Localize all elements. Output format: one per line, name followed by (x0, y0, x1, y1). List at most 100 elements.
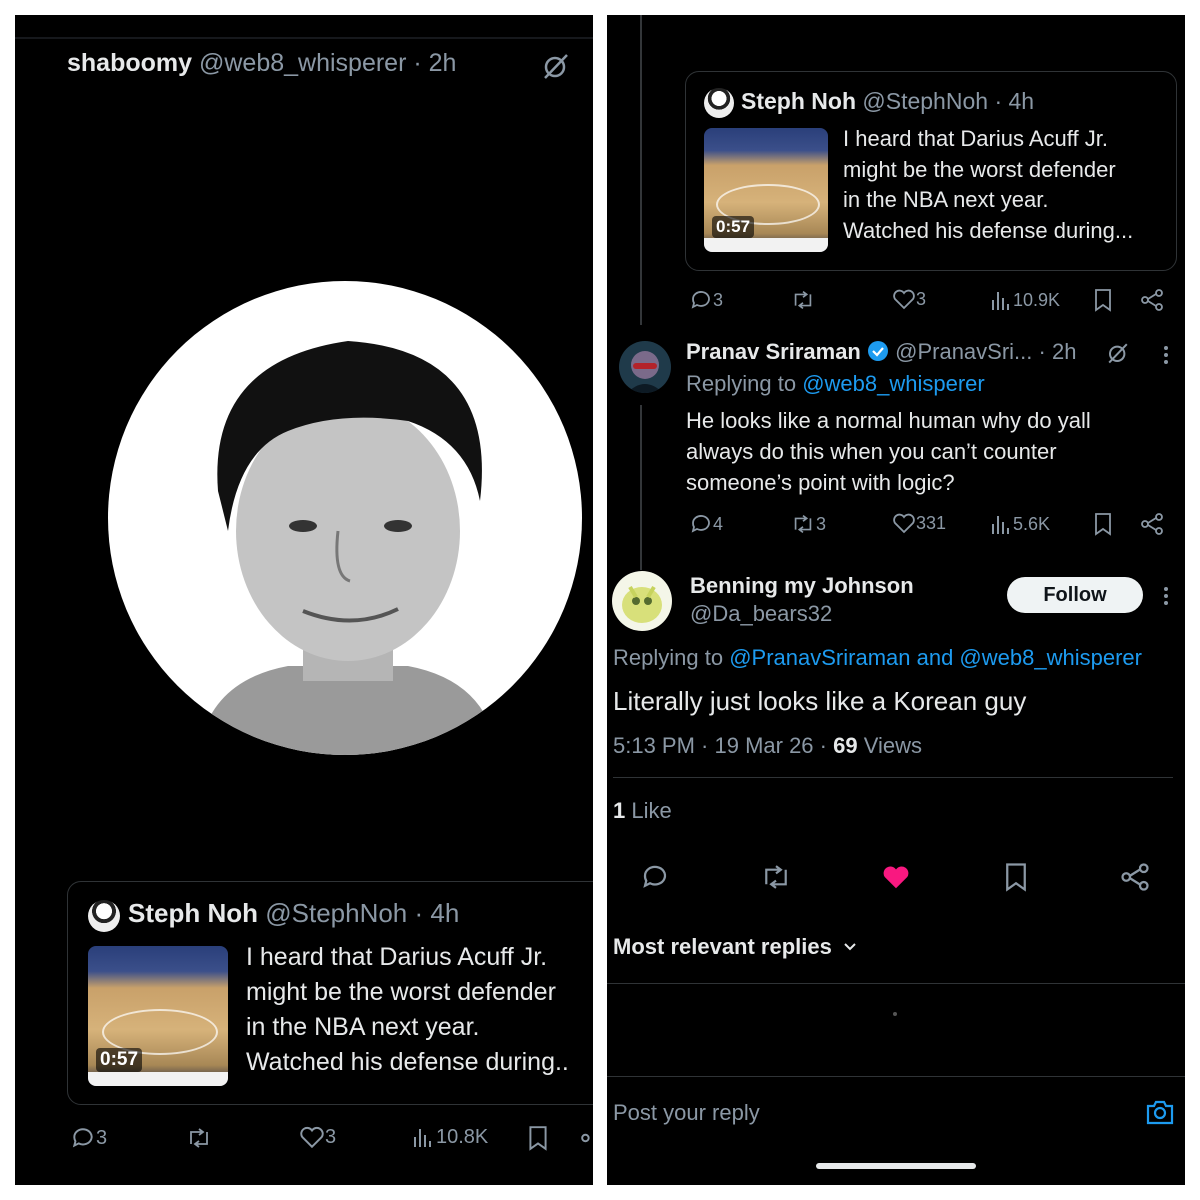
avatar[interactable] (612, 571, 672, 631)
tweet-header: shaboomy @web8_whisperer · 2h (67, 49, 456, 78)
views-count: 5.6K (1013, 513, 1051, 534)
views-icon (992, 516, 1009, 534)
bookmark-icon[interactable] (527, 1125, 549, 1151)
quote-author-handle: @StephNoh (862, 88, 989, 114)
reply-icon (72, 1128, 93, 1148)
divider (607, 1076, 1185, 1077)
reply-count: 3 (96, 1126, 108, 1149)
repost-icon (794, 514, 812, 534)
video-duration: 0:57 (96, 1048, 143, 1072)
reply-icon (691, 515, 710, 533)
verified-badge-icon (867, 340, 889, 362)
video-thumbnail[interactable]: 0:57 (88, 946, 228, 1086)
like-action[interactable]: 331 (892, 512, 946, 534)
author-handle[interactable]: @web8_whisperer (199, 49, 406, 77)
heart-icon (893, 513, 915, 534)
quote-header: Steph Noh @StephNoh · 4h (128, 898, 459, 929)
quote-time: · 4h (414, 898, 460, 928)
divider (607, 983, 1185, 984)
top-divider (15, 37, 593, 39)
avatar[interactable] (704, 88, 734, 118)
views-action[interactable]: 5.6K (989, 512, 1050, 536)
reply-icon[interactable] (640, 862, 670, 892)
heart-filled-icon[interactable] (881, 863, 911, 891)
share-icon[interactable] (580, 1125, 593, 1151)
thread-line-2 (640, 405, 642, 570)
reply-author-handle[interactable]: @PranavSri... (895, 339, 1032, 364)
home-indicator (816, 1163, 976, 1169)
reply-time: · 2h (1038, 339, 1077, 364)
bookmark-icon[interactable] (1093, 512, 1113, 536)
quote-header: Steph Noh @StephNoh · 4h (741, 88, 1034, 115)
views-count: 69 (833, 733, 858, 758)
sort-label: Most relevant replies (613, 934, 832, 959)
more-options-icon[interactable] (1163, 586, 1169, 606)
right-screenshot: Steph Noh @StephNoh · 4h 0:57 I heard th… (607, 15, 1185, 1185)
reply-text: He looks like a normal human why do yall… (686, 408, 1091, 495)
reply-action[interactable]: 4 (689, 512, 723, 536)
sort-dropdown[interactable]: Most relevant replies (613, 934, 860, 960)
mention-link[interactable]: @PranavSriraman and @web8_whisperer (729, 645, 1142, 670)
quote-author-name: Steph Noh (128, 898, 258, 928)
camera-icon[interactable] (1145, 1098, 1175, 1126)
repost-action[interactable]: 3 (790, 512, 826, 536)
repost-icon[interactable] (759, 862, 793, 892)
mention-link[interactable]: @web8_whisperer (802, 371, 985, 396)
timestamp: 5:13 PM · 19 Mar 26 · (613, 733, 827, 758)
views-count: 10.9K (1013, 289, 1061, 310)
quote-time: · 4h (994, 88, 1035, 114)
like-count: 3 (325, 1125, 337, 1148)
quote-text: I heard that Darius Acuff Jr. might be t… (246, 943, 569, 1076)
divider (613, 777, 1173, 778)
quote-text: I heard that Darius Acuff Jr. might be t… (843, 126, 1134, 243)
like-count: 3 (916, 288, 927, 309)
repost-icon[interactable] (790, 288, 816, 312)
quote-author-name: Steph Noh (741, 88, 856, 114)
grok-icon[interactable] (1106, 341, 1130, 365)
profile-photo (108, 281, 582, 755)
quoted-tweet[interactable]: Steph Noh @StephNoh · 4h 0:57 I heard th… (67, 881, 593, 1105)
reply-author-name[interactable]: Pranav Sriraman (686, 339, 861, 364)
views-action[interactable]: 10.9K (989, 288, 1060, 312)
author-name[interactable]: shaboomy (67, 49, 192, 77)
like-action[interactable]: 3 (892, 288, 926, 310)
replying-to: Replying to @web8_whisperer (686, 371, 985, 396)
share-icon[interactable] (1140, 512, 1164, 536)
quote-author-handle: @StephNoh (265, 898, 408, 928)
reply-action[interactable]: 3 (689, 288, 723, 312)
views-count: 10.8K (436, 1125, 489, 1148)
reply-count: 3 (713, 289, 724, 310)
share-icon[interactable] (1140, 288, 1164, 312)
like-count: 331 (916, 512, 947, 533)
avatar[interactable] (619, 341, 671, 393)
quoted-tweet[interactable]: Steph Noh @StephNoh · 4h 0:57 I heard th… (685, 71, 1177, 271)
heart-icon (300, 1126, 324, 1149)
post-time: · 2h (413, 49, 457, 77)
reply-action[interactable]: 3 (70, 1125, 107, 1151)
bookmark-icon[interactable] (1003, 862, 1029, 892)
tweet-text: Literally just looks like a Korean guy (613, 686, 1027, 716)
more-options-icon[interactable] (1163, 345, 1169, 365)
reply-input[interactable]: Post your reply (613, 1100, 760, 1126)
views-action[interactable]: 10.8K (410, 1125, 488, 1149)
bookmark-icon[interactable] (1093, 288, 1113, 312)
reply-header: Pranav Sriraman @PranavSri... · 2h (686, 339, 1076, 365)
like-action[interactable]: 3 (299, 1125, 336, 1149)
author-handle[interactable]: @Da_bears32 (690, 601, 832, 627)
reply-count: 4 (713, 513, 724, 534)
video-thumbnail[interactable]: 0:57 (704, 128, 828, 252)
follow-button[interactable]: Follow (1007, 577, 1143, 613)
grok-icon[interactable] (541, 51, 571, 81)
chevron-down-icon (844, 943, 856, 951)
heart-icon (893, 289, 915, 310)
reply-icon (691, 291, 710, 309)
author-name[interactable]: Benning my Johnson (690, 573, 914, 599)
views-icon (414, 1129, 431, 1147)
views-icon (992, 292, 1009, 310)
replying-to: Replying to @PranavSriraman and @web8_wh… (613, 645, 1142, 670)
repost-icon[interactable] (185, 1125, 213, 1151)
thread-line (640, 15, 642, 325)
share-icon[interactable] (1120, 862, 1150, 892)
likes-summary[interactable]: 1 Like (613, 798, 672, 824)
avatar[interactable] (88, 900, 120, 932)
